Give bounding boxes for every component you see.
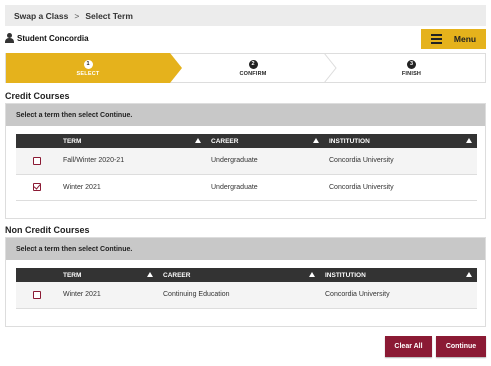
hamburger-icon — [430, 32, 442, 46]
select-column-header — [16, 134, 58, 148]
step-select: 1 SELECT — [6, 54, 170, 82]
breadcrumb-swap-class[interactable]: Swap a Class — [14, 11, 68, 21]
institution-cell: Concordia University — [324, 174, 477, 201]
credit-instruction: Select a term then select Continue. — [6, 104, 485, 126]
term-column-header[interactable]: TERM — [58, 134, 206, 148]
step-confirm: 2 CONFIRM — [182, 54, 324, 82]
select-column-header — [16, 268, 58, 282]
menu-label: Menu — [453, 34, 477, 44]
non-credit-courses-title: Non Credit Courses — [5, 225, 90, 235]
term-checkbox[interactable] — [33, 183, 41, 191]
term-cell: Fall/Winter 2020-21 — [58, 148, 206, 175]
institution-column-header[interactable]: INSTITUTION — [320, 268, 477, 282]
sort-ascending-icon — [147, 272, 153, 277]
table-header-row: TERM CAREER INSTITUTION — [16, 268, 477, 282]
clear-all-button[interactable]: Clear All — [385, 336, 432, 357]
sort-ascending-icon — [195, 138, 201, 143]
credit-courses-title: Credit Courses — [5, 91, 70, 101]
step-number: 1 — [83, 59, 93, 69]
term-cell: Winter 2021 — [58, 282, 158, 309]
menu-button[interactable]: Menu — [421, 29, 486, 49]
non-credit-courses-panel: Select a term then select Continue. TERM… — [5, 237, 486, 327]
term-cell: Winter 2021 — [58, 174, 206, 201]
step-finish: 3 FINISH — [336, 54, 487, 82]
step-label: SELECT — [76, 70, 100, 77]
table-row[interactable]: Fall/Winter 2020-21 Undergraduate Concor… — [16, 148, 477, 175]
term-checkbox[interactable] — [33, 290, 41, 299]
continue-button[interactable]: Continue — [436, 336, 486, 357]
non-credit-instruction: Select a term then select Continue. — [6, 238, 485, 260]
credit-courses-panel: Select a term then select Continue. TERM… — [5, 103, 486, 219]
institution-cell: Concordia University — [324, 148, 477, 175]
sort-ascending-icon — [313, 138, 319, 143]
sort-ascending-icon — [466, 272, 472, 277]
career-column-header[interactable]: CAREER — [206, 134, 324, 148]
breadcrumb-separator: > — [74, 10, 80, 21]
career-cell: Undergraduate — [206, 174, 324, 201]
step-number: 2 — [248, 59, 258, 69]
step-label: CONFIRM — [239, 70, 267, 77]
breadcrumb-select-term: Select Term — [85, 10, 133, 21]
progress-steps: 1 SELECT 2 CONFIRM 3 FINISH — [5, 53, 486, 83]
career-cell: Undergraduate — [206, 148, 324, 175]
step-label: FINISH — [401, 70, 422, 77]
user-name: Student Concordia — [17, 33, 89, 43]
institution-column-header[interactable]: INSTITUTION — [324, 134, 477, 148]
term-checkbox[interactable] — [33, 156, 41, 165]
user-icon — [5, 32, 14, 44]
breadcrumb: Swap a Class > Select Term — [5, 5, 486, 26]
career-column-header[interactable]: CAREER — [158, 268, 320, 282]
table-row[interactable]: Winter 2021 Continuing Education Concord… — [16, 282, 477, 309]
step-number: 3 — [407, 59, 416, 69]
table-row[interactable]: Winter 2021 Undergraduate Concordia Univ… — [16, 174, 477, 201]
sort-ascending-icon — [309, 272, 315, 277]
credit-courses-table: TERM CAREER INSTITUTION Fall/Winter 2020… — [16, 134, 477, 201]
user-info: Student Concordia — [5, 30, 89, 46]
non-credit-courses-table: TERM CAREER INSTITUTION Winter 2021 Cont… — [16, 268, 477, 309]
career-cell: Continuing Education — [158, 282, 320, 309]
table-header-row: TERM CAREER INSTITUTION — [16, 134, 477, 148]
term-column-header[interactable]: TERM — [58, 268, 158, 282]
institution-cell: Concordia University — [320, 282, 477, 309]
sort-ascending-icon — [466, 138, 472, 143]
